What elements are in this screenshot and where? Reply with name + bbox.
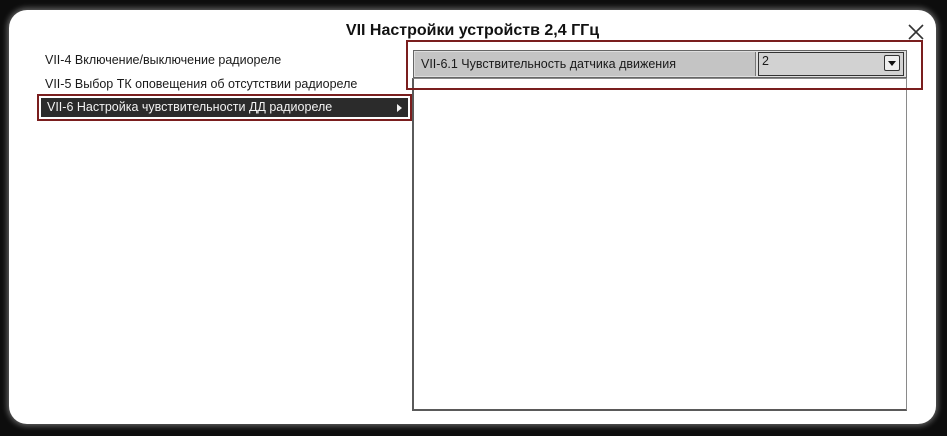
chevron-right-icon: [397, 104, 402, 112]
settings-dialog: VII Настройки устройств 2,4 ГГц VII-4 Вк…: [9, 10, 936, 424]
menu-item-vii-6[interactable]: VII-6 Настройка чувствительности ДД ради…: [37, 94, 412, 121]
menu-item-vii-5[interactable]: VII-5 Выбор ТК оповещения об отсутствии …: [45, 77, 357, 91]
setting-highlight-frame: [406, 40, 923, 90]
menu-item-vii-4[interactable]: VII-4 Включение/выключение радиореле: [45, 53, 281, 67]
menu-item-label: VII-6 Настройка чувствительности ДД ради…: [47, 100, 333, 114]
dialog-title: VII Настройки устройств 2,4 ГГц: [345, 22, 600, 39]
settings-panel: [412, 78, 907, 411]
